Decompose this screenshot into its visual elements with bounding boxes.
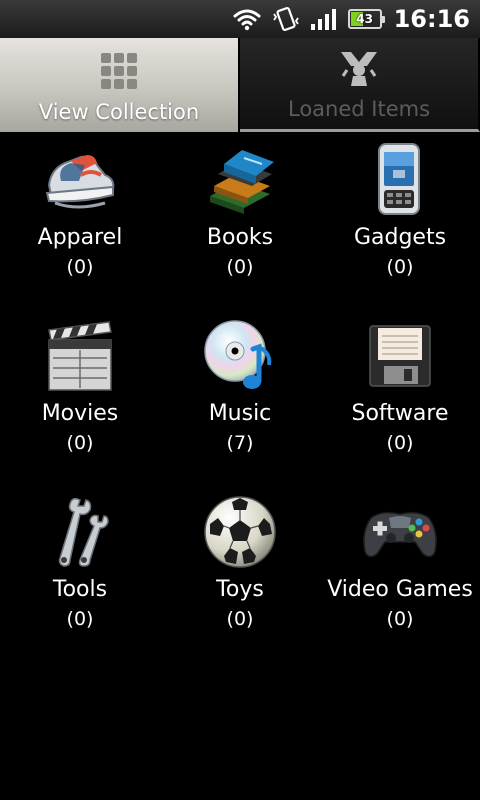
wrenches-icon [40, 492, 120, 572]
category-count: (0) [66, 608, 94, 630]
category-count: (0) [386, 256, 414, 278]
floppy-disk-icon [360, 316, 440, 396]
category-tools[interactable]: Tools (0) [0, 484, 160, 660]
tab-loaned-items[interactable]: Loaned Items [240, 38, 480, 132]
category-count: (0) [386, 432, 414, 454]
category-count: (7) [226, 432, 254, 454]
phone-icon [360, 140, 440, 220]
category-name: Video Games [327, 577, 473, 602]
battery-icon: 43 [347, 6, 385, 32]
category-video-games[interactable]: Video Games (0) [320, 484, 480, 660]
category-books[interactable]: Books (0) [160, 132, 320, 308]
status-bar: 43 16:16 [0, 0, 480, 38]
category-gadgets[interactable]: Gadgets (0) [320, 132, 480, 308]
category-movies[interactable]: Movies (0) [0, 308, 160, 484]
category-name: Gadgets [353, 225, 447, 250]
category-music[interactable]: Music (7) [160, 308, 320, 484]
tab-bar: View Collection Loaned Items [0, 38, 480, 132]
category-name: Music [208, 401, 272, 426]
battery-level: 43 [356, 12, 373, 26]
category-name: Toys [216, 577, 264, 602]
category-grid: Apparel (0) Books (0) Gadgets (0) Movies… [0, 132, 480, 660]
clapperboard-icon [40, 316, 120, 396]
category-apparel[interactable]: Apparel (0) [0, 132, 160, 308]
tab-label: View Collection [38, 100, 200, 124]
gamepad-icon [360, 492, 440, 572]
sneakers-icon [40, 140, 120, 220]
category-name: Software [351, 401, 449, 426]
cd-music-icon [200, 316, 280, 396]
vibrate-icon [272, 6, 300, 32]
wifi-icon [232, 6, 262, 32]
category-count: (0) [66, 432, 94, 454]
clock: 16:16 [393, 5, 470, 33]
category-name: Apparel [37, 225, 123, 250]
category-name: Books [206, 225, 274, 250]
category-count: (0) [66, 256, 94, 278]
category-count: (0) [386, 608, 414, 630]
category-software[interactable]: Software (0) [320, 308, 480, 484]
category-count: (0) [226, 256, 254, 278]
books-icon [200, 140, 280, 220]
category-toys[interactable]: Toys (0) [160, 484, 320, 660]
loaned-icon [337, 45, 381, 91]
category-name: Tools [52, 577, 108, 602]
soccer-ball-icon [200, 492, 280, 572]
tab-view-collection[interactable]: View Collection [0, 38, 240, 132]
category-name: Movies [41, 401, 119, 426]
tab-label: Loaned Items [287, 97, 431, 121]
signal-icon [310, 6, 338, 32]
grid-icon [99, 48, 139, 94]
category-count: (0) [226, 608, 254, 630]
